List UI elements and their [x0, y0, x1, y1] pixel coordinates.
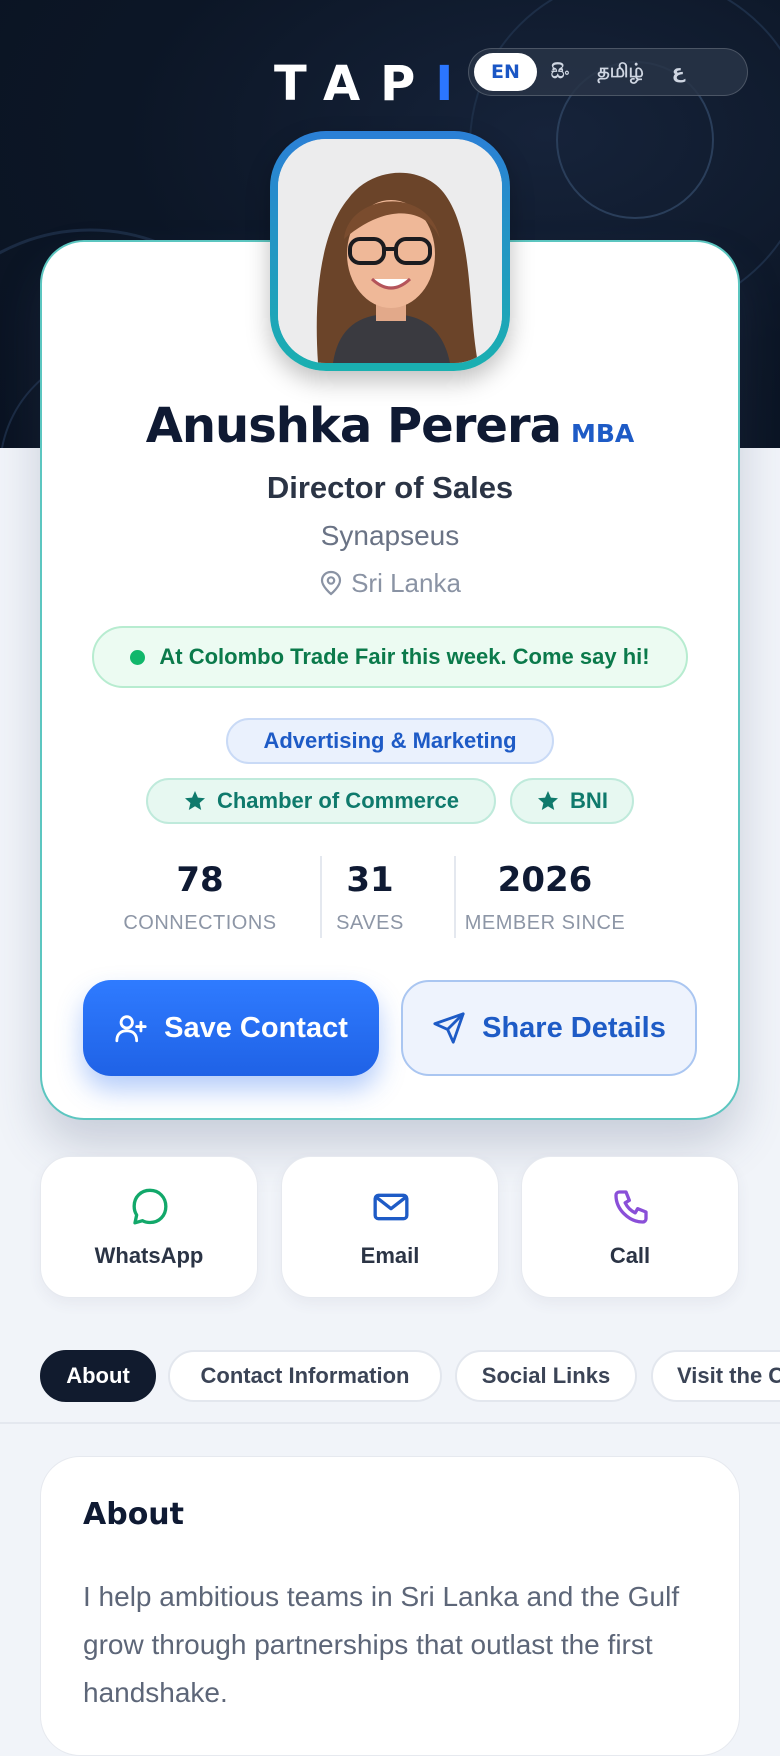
industry-badge: Advertising & Marketing — [226, 718, 554, 764]
email-action[interactable]: Email — [281, 1156, 499, 1298]
organization-badge: BNI — [510, 778, 634, 824]
brand-logo: TAPI — [274, 56, 474, 112]
lang-option-tamil[interactable]: தமிழ் — [583, 60, 657, 85]
profile-name: Anushka Perera — [145, 398, 562, 454]
location-pin-icon — [320, 570, 342, 596]
profile-stats: 78 CONNECTIONS 31 SAVES 2026 MEMBER SINC… — [40, 856, 740, 940]
avatar-portrait — [278, 139, 502, 363]
section-divider — [0, 1422, 780, 1424]
about-heading: About — [83, 1497, 185, 1532]
profile-title: Director of Sales — [266, 470, 514, 505]
about-text: I help ambitious teams in Sri Lanka and … — [83, 1581, 680, 1708]
status-message: At Colombo Trade Fair this week. Come sa… — [92, 626, 688, 688]
profile-name-row: Anushka Perera MBA — [40, 398, 740, 454]
whatsapp-icon — [132, 1188, 168, 1225]
profile-avatar — [270, 131, 510, 371]
profile-credential: MBA — [571, 419, 635, 448]
stat-connections: 78 CONNECTIONS — [123, 860, 277, 934]
status-dot-icon — [130, 649, 146, 665]
star-icon — [184, 791, 205, 810]
about-card: About I help ambitious teams in Sri Lank… — [40, 1456, 740, 1756]
user-plus-icon — [115, 1015, 147, 1043]
organization-badge: Chamber of Commerce — [146, 778, 496, 824]
tab-social-links[interactable]: Social Links — [455, 1350, 637, 1402]
stat-saves: 31 SAVES — [336, 860, 404, 934]
mail-icon — [373, 1193, 409, 1221]
tab-about[interactable]: About — [40, 1350, 156, 1402]
lang-option-sinhala[interactable]: සිං — [537, 61, 584, 83]
section-tabs: About Contact Information Social Links V… — [0, 1350, 780, 1404]
profile-location: Sri Lanka — [40, 568, 740, 599]
lang-option-en[interactable]: EN — [474, 53, 537, 91]
profile-company: Synapseus — [320, 520, 460, 551]
share-details-button[interactable]: Share Details — [401, 980, 697, 1076]
language-switcher: EN සිං தமிழ் ع — [468, 48, 748, 96]
tab-contact-information[interactable]: Contact Information — [168, 1350, 442, 1402]
save-contact-button[interactable]: Save Contact — [83, 980, 379, 1076]
lang-option-arabic[interactable]: ع — [658, 61, 699, 83]
call-action[interactable]: Call — [521, 1156, 739, 1298]
tab-visit[interactable]: Visit the C — [651, 1350, 780, 1402]
whatsapp-action[interactable]: WhatsApp — [40, 1156, 258, 1298]
phone-icon — [614, 1190, 648, 1224]
stat-member-since: 2026 MEMBER SINCE — [464, 860, 626, 934]
send-icon — [433, 1012, 465, 1044]
star-icon — [538, 791, 559, 810]
